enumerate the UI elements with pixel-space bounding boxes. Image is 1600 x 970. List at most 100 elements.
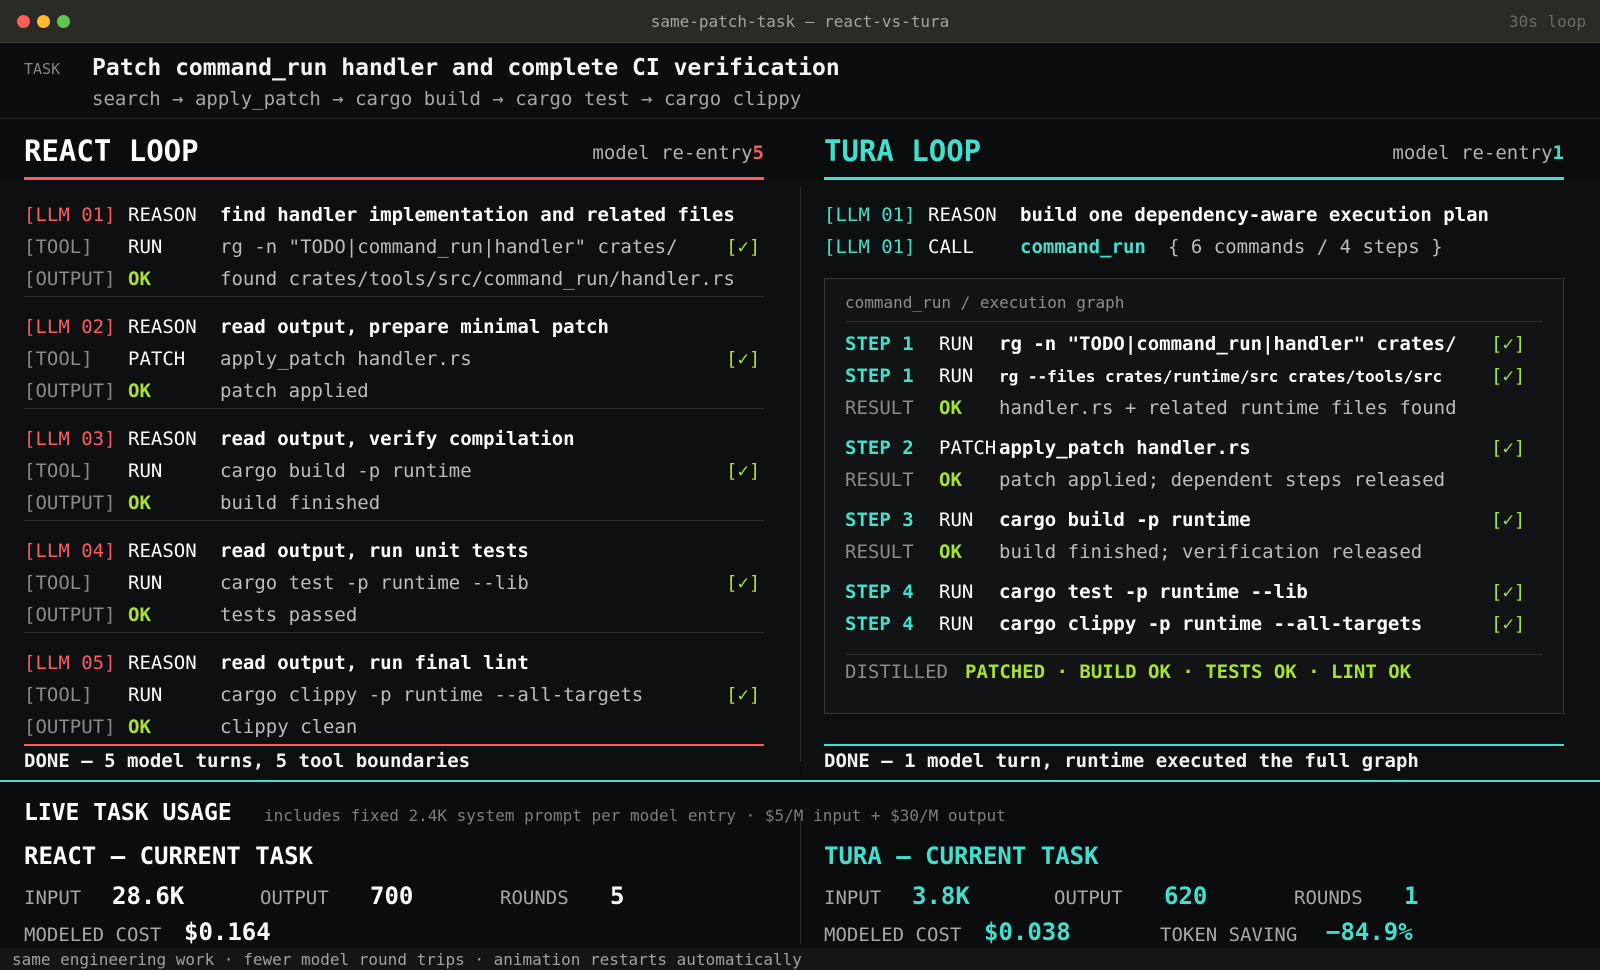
check-icon: [✓] xyxy=(726,572,761,594)
react-log-row: [TOOL] PATCH apply_patch handler.rs [✓] xyxy=(24,348,764,372)
graph-step-row: STEP 2 PATCH apply_patch handler.rs [✓] xyxy=(845,437,1545,461)
step-tag: RESULT xyxy=(845,397,914,419)
react-header-underline xyxy=(24,177,764,180)
check-icon: [✓] xyxy=(1491,333,1526,355)
react-log-row: [OUTPUT] OK tests passed xyxy=(24,604,764,628)
status-footer: same engineering work · fewer model roun… xyxy=(0,948,1600,970)
row-text: read output, run unit tests xyxy=(220,540,529,562)
tura-call-tag: [LLM 01] xyxy=(824,236,916,258)
row-tag: [OUTPUT] xyxy=(24,380,116,402)
tura-rounds-value: 1 xyxy=(1404,882,1419,910)
row-tag: [TOOL] xyxy=(24,460,93,482)
react-output-label: OUTPUT xyxy=(260,887,329,909)
react-log-row: [LLM 04] REASON read output, run unit test… xyxy=(24,540,764,564)
react-log-row: [OUTPUT] OK patch applied xyxy=(24,380,764,404)
react-log-row: [TOOL] RUN cargo test -p runtime --lib [✓] xyxy=(24,572,764,596)
row-kind: REASON xyxy=(128,204,197,226)
react-log-row: [LLM 03] REASON read output, verify compil… xyxy=(24,428,764,452)
tura-reason-tag: [LLM 01] xyxy=(824,204,916,226)
graph-step-row: STEP 3 RUN cargo build -p runtime [✓] xyxy=(845,509,1545,533)
react-panel-header: REACT LOOP model re-entry5 xyxy=(24,130,764,180)
tura-usage-heading: TURA — CURRENT TASK xyxy=(824,842,1099,870)
tura-panel-header: TURA LOOP model re-entry1 xyxy=(824,130,1564,180)
tura-input-value: 3.8K xyxy=(912,882,970,910)
row-kind: RUN xyxy=(128,572,163,594)
row-tag: [LLM 01] xyxy=(24,204,116,226)
graph-step-row: RESULT OK patch applied; dependent steps r… xyxy=(845,469,1545,493)
check-icon: [✓] xyxy=(1491,613,1526,635)
react-reentry-count: 5 xyxy=(752,142,764,164)
distilled-row: DISTILLED PATCHED · BUILD OK · TESTS OK … xyxy=(845,661,1545,685)
step-text: rg --files crates/runtime/src crates/too… xyxy=(999,367,1443,386)
step-kind: RUN xyxy=(939,581,974,603)
graph-title: command_run / execution graph xyxy=(845,293,1125,312)
row-tag: [OUTPUT] xyxy=(24,268,116,290)
check-icon: [✓] xyxy=(1491,509,1526,531)
tura-reason-row: [LLM 01] REASON build one dependency-awa… xyxy=(824,204,1564,228)
check-icon: [✓] xyxy=(1491,581,1526,603)
react-rounds-value: 5 xyxy=(610,882,625,910)
tura-reason-text: build one dependency-aware execution pla… xyxy=(1020,204,1489,226)
graph-step-row: STEP 4 RUN cargo clippy -p runtime --all-t… xyxy=(845,613,1545,637)
step-tag: STEP 3 xyxy=(845,509,914,531)
step-text: rg -n "TODO|command_run|handler" crates/ xyxy=(999,333,1457,355)
react-log-row: [LLM 01] REASON find handler implementatio… xyxy=(24,204,764,228)
check-icon: [✓] xyxy=(726,236,761,258)
react-cost-label: MODELED COST xyxy=(24,924,162,946)
task-steps: search → apply_patch → cargo build → car… xyxy=(92,88,802,110)
row-text: read output, prepare minimal patch xyxy=(220,316,609,338)
row-text: patch applied xyxy=(220,380,369,402)
step-kind: OK xyxy=(939,541,962,563)
step-kind: RUN xyxy=(939,613,974,635)
react-output-value: 700 xyxy=(370,882,414,910)
check-icon: [✓] xyxy=(726,460,761,482)
react-cost-value: $0.164 xyxy=(184,918,271,946)
check-icon: [✓] xyxy=(1491,437,1526,459)
tura-reentry-count: 1 xyxy=(1552,142,1564,164)
step-tag: RESULT xyxy=(845,469,914,491)
react-done-rule xyxy=(24,744,764,746)
react-input-value: 28.6K xyxy=(112,882,185,910)
tura-reentry-counter: model re-entry1 xyxy=(1392,142,1564,164)
tura-reason-kind: REASON xyxy=(928,204,997,226)
row-text: build finished xyxy=(220,492,381,514)
step-text: cargo test -p runtime --lib xyxy=(999,581,1308,603)
row-kind: RUN xyxy=(128,684,163,706)
execution-graph: command_run / execution graph STEP 1 RUN r… xyxy=(824,278,1564,714)
step-kind: OK xyxy=(939,469,962,491)
tura-cost-value: $0.038 xyxy=(984,918,1071,946)
row-text: find handler implementation and related … xyxy=(220,204,735,226)
loop-duration-label: 30s loop xyxy=(1508,12,1586,31)
check-icon: [✓] xyxy=(1491,365,1526,387)
react-group-separator xyxy=(24,408,764,409)
react-reentry-counter: model re-entry5 xyxy=(592,142,764,164)
graph-step-row: STEP 1 RUN rg -n "TODO|command_run|handler… xyxy=(845,333,1545,357)
usage-title: LIVE TASK USAGE xyxy=(24,800,232,826)
row-kind: OK xyxy=(128,604,151,626)
row-kind: RUN xyxy=(128,236,163,258)
graph-title-rule xyxy=(845,321,1543,322)
tura-saving-label: TOKEN SAVING xyxy=(1160,924,1298,946)
row-tag: [TOOL] xyxy=(24,684,93,706)
react-reentry-label: model re-entry xyxy=(592,142,753,164)
react-log-row: [LLM 05] REASON read output, run final lin… xyxy=(24,652,764,676)
row-text: found crates/tools/src/command_run/handl… xyxy=(220,268,735,290)
step-kind: RUN xyxy=(939,509,974,531)
react-loop-title: REACT LOOP xyxy=(24,134,199,168)
task-tag: TASK xyxy=(24,60,61,78)
react-group-separator xyxy=(24,520,764,521)
row-tag: [LLM 04] xyxy=(24,540,116,562)
react-input-label: INPUT xyxy=(24,887,82,909)
row-tag: [LLM 05] xyxy=(24,652,116,674)
step-text: handler.rs + related runtime files found xyxy=(999,397,1457,419)
step-kind: OK xyxy=(939,397,962,419)
panel-divider xyxy=(800,186,801,762)
step-text: cargo build -p runtime xyxy=(999,509,1251,531)
step-tag: STEP 1 xyxy=(845,333,914,355)
usage-note: includes fixed 2.4K system prompt per mo… xyxy=(264,806,1006,825)
tura-call-summary: { 6 commands / 4 steps } xyxy=(1168,236,1443,258)
tura-cost-label: MODELED COST xyxy=(824,924,962,946)
tura-done-rule xyxy=(824,744,1564,746)
step-kind: PATCH xyxy=(939,437,997,459)
step-text: cargo clippy -p runtime --all-targets xyxy=(999,613,1423,635)
